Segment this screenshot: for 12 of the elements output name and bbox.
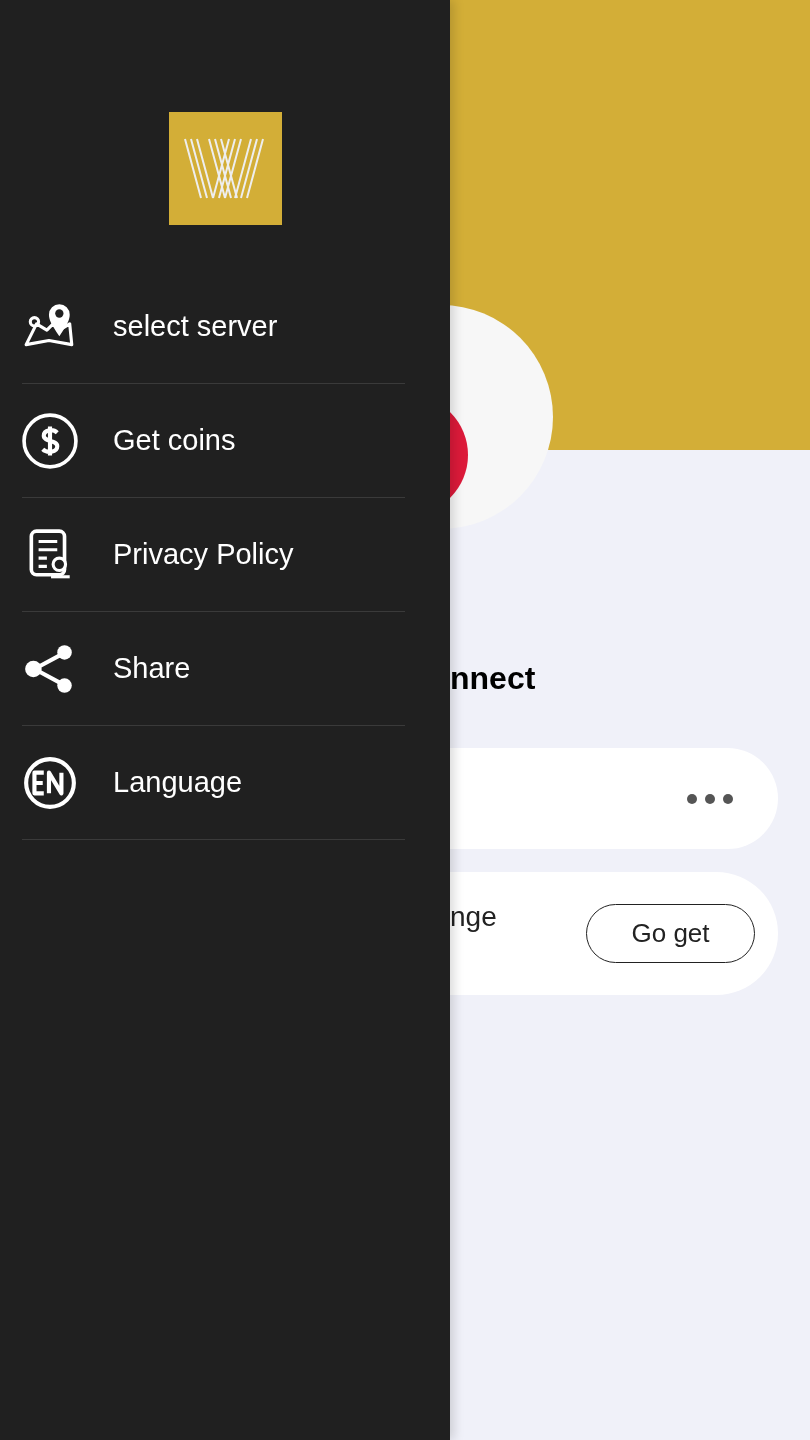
more-icon[interactable] — [687, 792, 733, 805]
menu-item[interactable]: Privacy Policy — [22, 498, 405, 612]
connect-title: nnect — [450, 660, 537, 698]
dollar-coin-icon — [22, 412, 78, 469]
go-get-button[interactable]: Go get — [586, 904, 755, 963]
language-icon — [22, 754, 78, 811]
logo-icon — [168, 112, 282, 225]
menu-item[interactable]: Share — [22, 612, 405, 726]
menu-item[interactable]: select server — [22, 270, 405, 384]
menu-item[interactable]: Get coins — [22, 384, 405, 498]
card-text: nge — [450, 900, 497, 933]
menu-item[interactable]: Language — [22, 726, 405, 840]
